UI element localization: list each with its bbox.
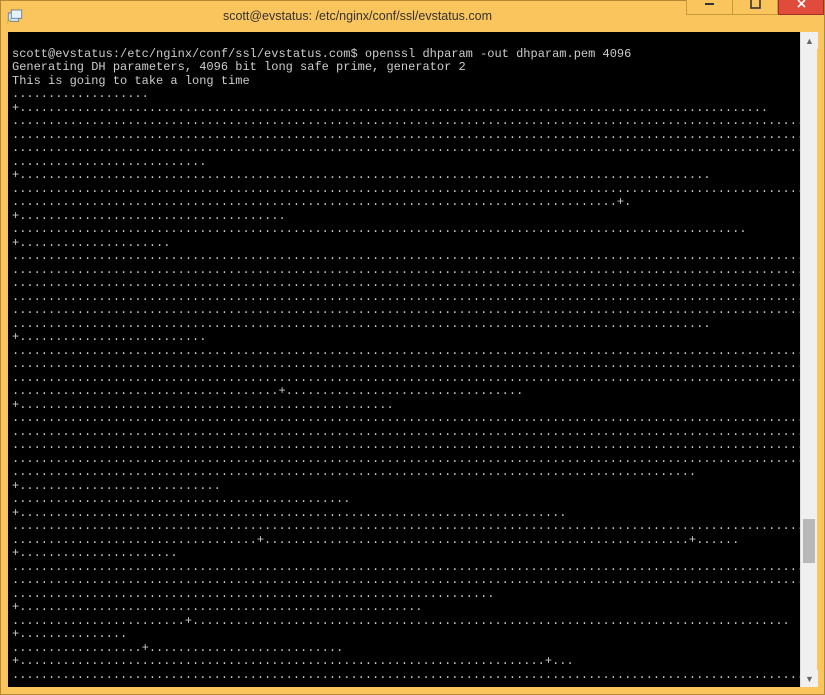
output-line: Generating DH parameters, 4096 bit long … xyxy=(12,60,466,74)
minimize-button[interactable] xyxy=(686,0,732,15)
app-icon xyxy=(1,1,29,31)
window-controls xyxy=(686,0,824,15)
terminal-output[interactable]: scott@evstatus:/etc/nginx/conf/ssl/evsta… xyxy=(8,32,800,687)
titlebar[interactable]: scott@evstatus: /etc/nginx/conf/ssl/evst… xyxy=(1,1,824,31)
close-button[interactable] xyxy=(778,0,824,15)
shell-prompt: scott@evstatus:/etc/nginx/conf/ssl/evsta… xyxy=(12,47,365,61)
scroll-up-arrow[interactable]: ▲ xyxy=(801,32,818,49)
shell-command: openssl dhparam -out dhparam.pem 4096 xyxy=(365,47,631,61)
dh-progress-dots: ...................+....................… xyxy=(12,87,800,687)
scroll-track[interactable] xyxy=(801,49,817,670)
scroll-down-arrow[interactable]: ▼ xyxy=(801,670,818,687)
maximize-button[interactable] xyxy=(732,0,778,15)
app-window: scott@evstatus: /etc/nginx/conf/ssl/evst… xyxy=(0,0,825,695)
client-area: scott@evstatus:/etc/nginx/conf/ssl/evsta… xyxy=(8,32,817,687)
scroll-thumb[interactable] xyxy=(803,519,815,563)
output-line: This is going to take a long time xyxy=(12,74,250,88)
vertical-scrollbar[interactable]: ▲ ▼ xyxy=(800,32,817,687)
window-title: scott@evstatus: /etc/nginx/conf/ssl/evst… xyxy=(29,9,686,23)
